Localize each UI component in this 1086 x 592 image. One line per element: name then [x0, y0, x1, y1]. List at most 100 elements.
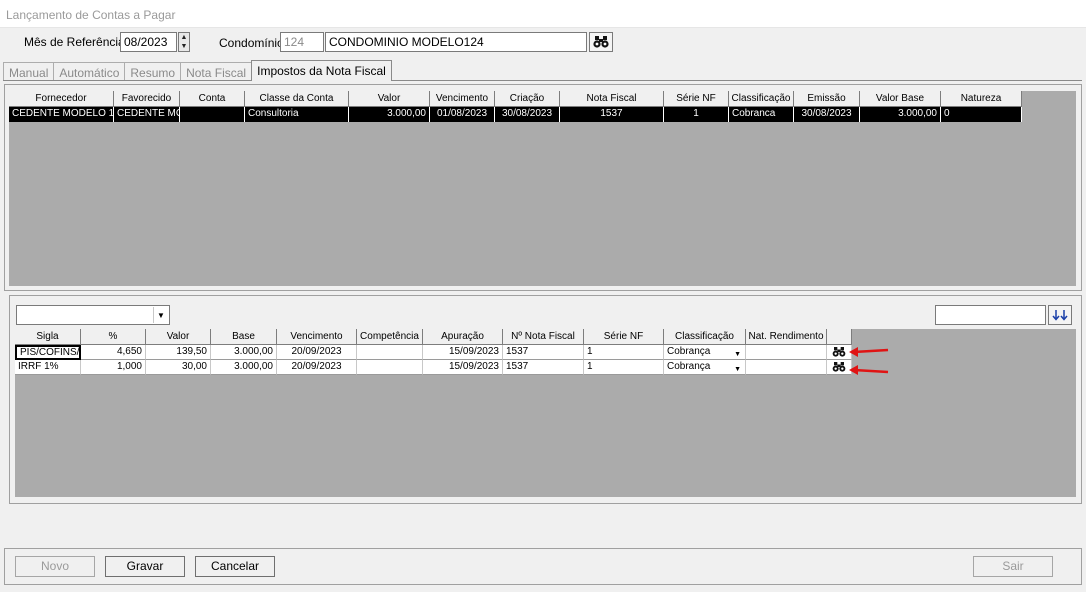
impostos-grid[interactable]: Sigla % Valor Base Vencimento Competênci… — [15, 329, 1076, 497]
cell-emissao[interactable]: 30/08/2023 — [794, 107, 860, 122]
sort-button[interactable] — [1048, 305, 1072, 325]
cell-sigla[interactable]: PIS/COFINS/ — [15, 345, 81, 360]
col-nat-rendimento[interactable]: Nat. Rendimento — [746, 329, 827, 345]
col-conta[interactable]: Conta — [180, 91, 245, 107]
cell-classificacao[interactable]: Cobranca — [729, 107, 794, 122]
binoculars-icon — [832, 362, 846, 372]
contas-grid[interactable]: Fornecedor Favorecido Conta Classe da Co… — [9, 91, 1076, 286]
tab-automatico[interactable]: Automático — [53, 62, 126, 81]
mes-referencia-spinner[interactable]: ▲ ▼ — [178, 32, 190, 52]
mes-referencia-input[interactable]: 08/2023 — [120, 32, 177, 52]
col-valor[interactable]: Valor — [349, 91, 430, 107]
col-classificacao[interactable]: Classificação — [729, 91, 794, 107]
cell-serie-nf[interactable]: 1 — [584, 360, 664, 375]
condominio-name-input[interactable]: CONDOMINIO MODELO124 — [325, 32, 587, 52]
col-serie-nf[interactable]: Série NF — [664, 91, 729, 107]
cell-competencia[interactable] — [357, 345, 423, 360]
window-title-bar: Lançamento de Contas a Pagar — [0, 0, 1086, 28]
red-arrow-icon — [849, 365, 889, 375]
filter-combo[interactable]: ▼ — [16, 305, 170, 325]
cell-classificacao-combo[interactable]: Cobrança ▼ — [664, 345, 746, 360]
table-row[interactable]: CEDENTE MODELO 10 CEDENTE MO Consultoria… — [9, 107, 1022, 122]
cell-conta[interactable] — [180, 107, 245, 122]
col-numero-nota-fiscal[interactable]: Nº Nota Fiscal — [503, 329, 584, 345]
cell-numero-nota-fiscal[interactable]: 1537 — [503, 360, 584, 375]
cell-criacao[interactable]: 30/08/2023 — [495, 107, 560, 122]
tab-nota-fiscal[interactable]: Nota Fiscal — [180, 62, 253, 81]
col-criacao[interactable]: Criação — [495, 91, 560, 107]
col-emissao[interactable]: Emissão — [794, 91, 860, 107]
binoculars-icon — [593, 36, 609, 48]
right-filter-input[interactable] — [935, 305, 1046, 325]
condominio-search-button[interactable] — [589, 32, 613, 52]
cell-apuracao[interactable]: 15/09/2023 — [423, 360, 503, 375]
cell-numero-nota-fiscal[interactable]: 1537 — [503, 345, 584, 360]
red-arrow-icon — [849, 347, 889, 357]
cell-serie-nf[interactable]: 1 — [584, 345, 664, 360]
cell-favorecido[interactable]: CEDENTE MO — [114, 107, 180, 122]
tab-resumo[interactable]: Resumo — [124, 62, 182, 81]
col-classificacao[interactable]: Classificação — [664, 329, 746, 345]
cell-nat-rendimento[interactable] — [746, 345, 827, 360]
cell-valor[interactable]: 139,50 — [146, 345, 211, 360]
cell-serie-nf[interactable]: 1 — [664, 107, 729, 122]
gravar-button[interactable]: Gravar — [105, 556, 185, 577]
col-apuracao[interactable]: Apuração — [423, 329, 503, 345]
col-percentual[interactable]: % — [81, 329, 146, 345]
condominio-code-input[interactable]: 124 — [280, 32, 324, 52]
cell-valor[interactable]: 30,00 — [146, 360, 211, 375]
col-serie-nf[interactable]: Série NF — [584, 329, 664, 345]
col-nota-fiscal[interactable]: Nota Fiscal — [560, 91, 664, 107]
novo-button[interactable]: Novo — [15, 556, 95, 577]
cell-vencimento[interactable]: 20/09/2023 — [277, 360, 357, 375]
col-classe-da-conta[interactable]: Classe da Conta — [245, 91, 349, 107]
col-base[interactable]: Base — [211, 329, 277, 345]
cell-classificacao-combo[interactable]: Cobrança ▼ — [664, 360, 746, 375]
tab-manual[interactable]: Manual — [3, 62, 55, 81]
cell-percentual[interactable]: 1,000 — [81, 360, 146, 375]
col-fornecedor[interactable]: Fornecedor — [9, 91, 114, 107]
cell-nota-fiscal[interactable]: 1537 — [560, 107, 664, 122]
col-vencimento[interactable]: Vencimento — [430, 91, 495, 107]
col-favorecido[interactable]: Favorecido — [114, 91, 180, 107]
cell-nat-rendimento[interactable] — [746, 360, 827, 375]
cell-classe-da-conta[interactable]: Consultoria — [245, 107, 349, 122]
chevron-down-icon[interactable]: ▼ — [153, 307, 168, 323]
cell-natureza[interactable]: 0 — [941, 107, 1022, 122]
cell-classificacao: Cobrança — [667, 346, 711, 357]
sair-button[interactable]: Sair — [973, 556, 1053, 577]
cell-sigla[interactable]: IRRF 1% — [15, 360, 81, 375]
col-sigla[interactable]: Sigla — [15, 329, 81, 345]
double-down-arrow-icon — [1052, 310, 1068, 321]
cell-base[interactable]: 3.000,00 — [211, 360, 277, 375]
contas-header-row: Fornecedor Favorecido Conta Classe da Co… — [9, 91, 1022, 107]
col-natureza[interactable]: Natureza — [941, 91, 1022, 107]
mes-referencia-label: Mês de Referência: — [24, 35, 129, 49]
condominio-label: Condomínio: — [219, 36, 288, 50]
cell-apuracao[interactable]: 15/09/2023 — [423, 345, 503, 360]
col-competencia[interactable]: Competência — [357, 329, 423, 345]
spin-down-icon[interactable]: ▼ — [179, 42, 189, 51]
tab-divider — [3, 80, 1082, 81]
cell-base[interactable]: 3.000,00 — [211, 345, 277, 360]
impostos-header-row: Sigla % Valor Base Vencimento Competênci… — [15, 329, 852, 345]
cell-vencimento[interactable]: 01/08/2023 — [430, 107, 495, 122]
cell-vencimento[interactable]: 20/09/2023 — [277, 345, 357, 360]
cell-valor-base[interactable]: 3.000,00 — [860, 107, 941, 122]
binoculars-icon — [832, 347, 846, 357]
chevron-down-icon[interactable]: ▼ — [734, 362, 741, 374]
col-vencimento[interactable]: Vencimento — [277, 329, 357, 345]
cell-fornecedor[interactable]: CEDENTE MODELO 10 — [9, 107, 114, 122]
table-row[interactable]: IRRF 1% 1,000 30,00 3.000,00 20/09/2023 … — [15, 360, 852, 375]
tab-impostos-nota-fiscal[interactable]: Impostos da Nota Fiscal — [251, 60, 392, 81]
spin-up-icon[interactable]: ▲ — [179, 33, 189, 42]
chevron-down-icon[interactable]: ▼ — [734, 347, 741, 359]
table-row[interactable]: PIS/COFINS/ 4,650 139,50 3.000,00 20/09/… — [15, 345, 852, 360]
cell-valor[interactable]: 3.000,00 — [349, 107, 430, 122]
cell-percentual[interactable]: 4,650 — [81, 345, 146, 360]
cell-competencia[interactable] — [357, 360, 423, 375]
cancelar-button[interactable]: Cancelar — [195, 556, 275, 577]
col-valor-base[interactable]: Valor Base — [860, 91, 941, 107]
col-valor[interactable]: Valor — [146, 329, 211, 345]
window-title: Lançamento de Contas a Pagar — [6, 8, 176, 22]
